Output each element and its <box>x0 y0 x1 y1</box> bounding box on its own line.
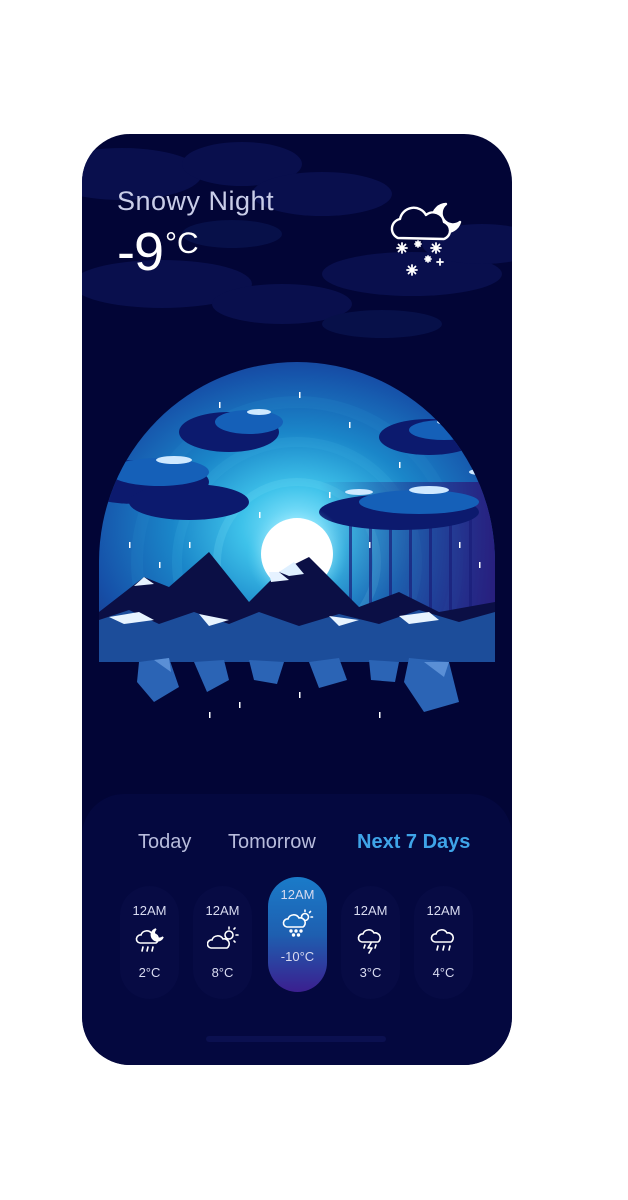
tab-today[interactable]: Today <box>138 831 191 854</box>
hour-time: 12AM <box>353 903 388 918</box>
phone-screen: Snowy Night -9 °C Today Tomorrow Next 7 … <box>82 134 512 1065</box>
hour-time: 12AM <box>280 887 315 902</box>
forecast-panel: Today Tomorrow Next 7 Days 12AM 2°C 12AM <box>82 794 512 1065</box>
hour-card[interactable]: 12AM 4°C <box>414 886 473 999</box>
hour-card[interactable]: 12AM 3°C <box>341 886 400 999</box>
tab-tomorrow[interactable]: Tomorrow <box>228 831 316 854</box>
home-indicator[interactable] <box>206 1036 386 1042</box>
temperature-value: -9 <box>117 222 164 282</box>
temperature-unit: °C <box>165 227 199 260</box>
hour-time: 12AM <box>426 903 461 918</box>
hour-temperature: 8°C <box>211 965 234 980</box>
night-landscape-illustration <box>99 362 495 718</box>
cloud-sun-snow-icon <box>282 909 314 937</box>
hour-time: 12AM <box>205 903 240 918</box>
hour-card-selected[interactable]: 12AM -10°C <box>268 877 327 992</box>
cloud-sun-icon <box>207 926 239 949</box>
hour-time: 12AM <box>132 903 167 918</box>
current-temperature: -9 °C <box>117 222 199 282</box>
condition-label: Snowy Night <box>117 186 275 216</box>
hour-temperature: -10°C <box>280 949 315 964</box>
hour-temperature: 2°C <box>138 965 161 980</box>
cloud-lightning-icon <box>357 929 381 954</box>
forecast-tabs: Today Tomorrow Next 7 Days <box>82 831 512 861</box>
cloud-moon-snow-icon <box>390 202 462 276</box>
cloud-moon-rain-icon <box>135 928 164 952</box>
hour-card[interactable]: 12AM 2°C <box>120 886 179 999</box>
hour-card[interactable]: 12AM 8°C <box>193 886 252 999</box>
hour-temperature: 3°C <box>359 965 382 980</box>
cloud-rain-icon <box>430 929 454 951</box>
hour-temperature: 4°C <box>432 965 455 980</box>
tab-next-7-days[interactable]: Next 7 Days <box>357 831 470 854</box>
